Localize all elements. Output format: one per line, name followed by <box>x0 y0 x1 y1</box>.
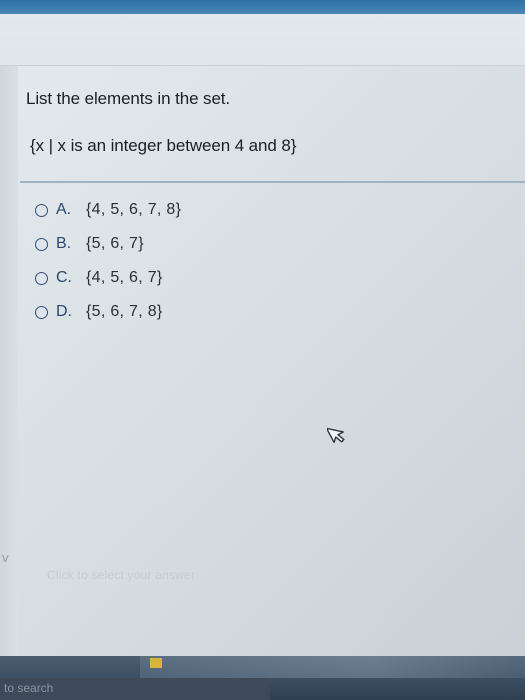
answer-hint: Click to select your answer <box>47 568 196 582</box>
side-mark: V <box>2 554 9 565</box>
radio-button-icon[interactable] <box>35 203 48 217</box>
option-value: {4, 5, 6, 7} <box>86 269 163 286</box>
panel-left-edge <box>0 66 18 660</box>
option-c[interactable]: C. {4, 5, 6, 7} <box>35 261 181 295</box>
answer-options: A. {4, 5, 6, 7, 8} B. {5, 6, 7} C. {4, 5… <box>35 193 181 329</box>
option-letter: A. <box>56 201 72 218</box>
taskbar-search-text: to search <box>4 681 54 695</box>
radio-button-icon[interactable] <box>35 237 48 251</box>
taskbar-search-box[interactable]: to search <box>0 678 270 700</box>
folder-icon[interactable] <box>150 658 162 668</box>
option-a[interactable]: A. {4, 5, 6, 7, 8} <box>35 193 181 227</box>
option-letter: D. <box>56 303 72 320</box>
option-value: {5, 6, 7, 8} <box>86 303 163 320</box>
taskbar-highlight <box>140 656 525 678</box>
option-d[interactable]: D. {5, 6, 7, 8} <box>35 295 181 329</box>
radio-button-icon[interactable] <box>35 271 48 285</box>
option-value: {4, 5, 6, 7, 8} <box>86 201 182 218</box>
taskbar: to search <box>0 656 525 700</box>
radio-button-icon[interactable] <box>35 305 48 319</box>
top-banner <box>0 0 525 14</box>
option-value: {5, 6, 7} <box>86 235 144 252</box>
option-b[interactable]: B. {5, 6, 7} <box>35 227 181 261</box>
question-divider <box>20 181 525 183</box>
header-strip <box>0 14 525 68</box>
option-letter: B. <box>56 235 72 252</box>
mouse-pointer-icon <box>327 427 345 444</box>
set-expression: {x | x is an integer between 4 and 8} <box>30 136 297 155</box>
question-prompt: List the elements in the set. <box>26 89 231 108</box>
option-letter: C. <box>56 269 72 286</box>
